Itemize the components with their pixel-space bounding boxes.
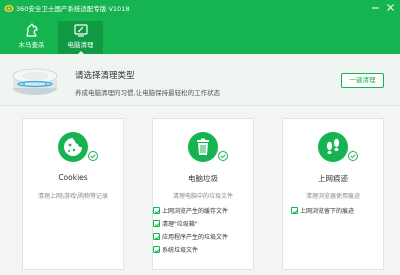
horse-icon (24, 23, 40, 37)
option-label: 上网浏览产生的缓存文件 (162, 208, 229, 215)
option-list: 上网浏览产生的缓存文件 清理"垃圾箱" 应用程序产生的垃圾文件 系统垃圾文件 (153, 207, 228, 259)
trash-can-icon (187, 131, 219, 163)
page-title: 请选择清理类型 (75, 71, 135, 81)
tab-trojan-scan[interactable]: 木马查杀 (9, 21, 54, 54)
360-shield-icon (4, 3, 14, 13)
checked-circle-icon[interactable] (218, 151, 228, 161)
option-list: 上网浏览留下的痕迹 (291, 207, 354, 220)
card-description: 清理电脑中的垃圾文件 (172, 193, 233, 200)
window-controls (370, 2, 396, 13)
card-web-trace[interactable]: 上网痕迹 清理浏览器使用痕迹 上网浏览留下的痕迹 (282, 118, 384, 270)
checked-circle-icon[interactable] (348, 151, 358, 161)
checkbox[interactable] (153, 207, 161, 214)
card-description: 清理浏览器使用痕迹 (305, 193, 360, 200)
tab-label: 木马查杀 (18, 41, 45, 49)
list-item[interactable]: 应用程序产生的垃圾文件 (153, 233, 228, 246)
card-cookies[interactable]: Cookies 清理上网\游戏\购物等记录 (22, 118, 124, 270)
checkbox[interactable] (153, 246, 161, 253)
broom-icon (73, 23, 89, 37)
header-banner: 请选择清理类型 养成电脑清理的习惯,让电脑保持最轻松的工作状态 (0, 54, 400, 106)
checkbox[interactable] (153, 233, 161, 240)
list-item[interactable]: 上网浏览留下的痕迹 (291, 207, 354, 220)
card-title: Cookies (58, 173, 88, 182)
footprints-icon (317, 131, 349, 163)
checkbox[interactable] (291, 207, 299, 214)
list-item[interactable]: 系统垃圾文件 (153, 246, 228, 259)
option-label: 应用程序产生的垃圾文件 (162, 234, 229, 241)
checked-circle-icon[interactable] (88, 151, 98, 161)
option-label: 上网浏览留下的痕迹 (300, 208, 355, 215)
cookie-icon (57, 131, 89, 163)
app-title: 360安全卫士国产系统适配专版 V1018 (16, 5, 130, 13)
card-title: 电脑垃圾 (188, 174, 218, 183)
card-description: 清理上网\游戏\购物等记录 (37, 193, 109, 200)
one-click-clean-button[interactable]: 一键清理 (341, 73, 384, 88)
tab-label: 电脑清理 (67, 41, 94, 49)
list-item[interactable]: 清理"垃圾箱" (153, 220, 228, 233)
card-pc-junk[interactable]: 电脑垃圾 清理电脑中的垃圾文件 上网浏览产生的缓存文件 清理"垃圾箱" 应用程序… (152, 118, 254, 270)
close-icon[interactable] (385, 2, 396, 13)
cleaning-disk-icon (10, 62, 60, 98)
title-bar: 360安全卫士国产系统适配专版 V1018 木马查杀 电脑清理 (0, 0, 400, 54)
list-item[interactable]: 上网浏览产生的缓存文件 (153, 207, 228, 220)
option-label: 系统垃圾文件 (162, 247, 199, 254)
tab-pc-clean[interactable]: 电脑清理 (58, 21, 103, 54)
checkbox[interactable] (153, 220, 161, 227)
card-title: 上网痕迹 (318, 174, 348, 183)
page-subtitle: 养成电脑清理的习惯,让电脑保持最轻松的工作状态 (75, 89, 221, 97)
minimize-icon[interactable] (370, 2, 381, 13)
option-label: 清理"垃圾箱" (162, 221, 198, 228)
